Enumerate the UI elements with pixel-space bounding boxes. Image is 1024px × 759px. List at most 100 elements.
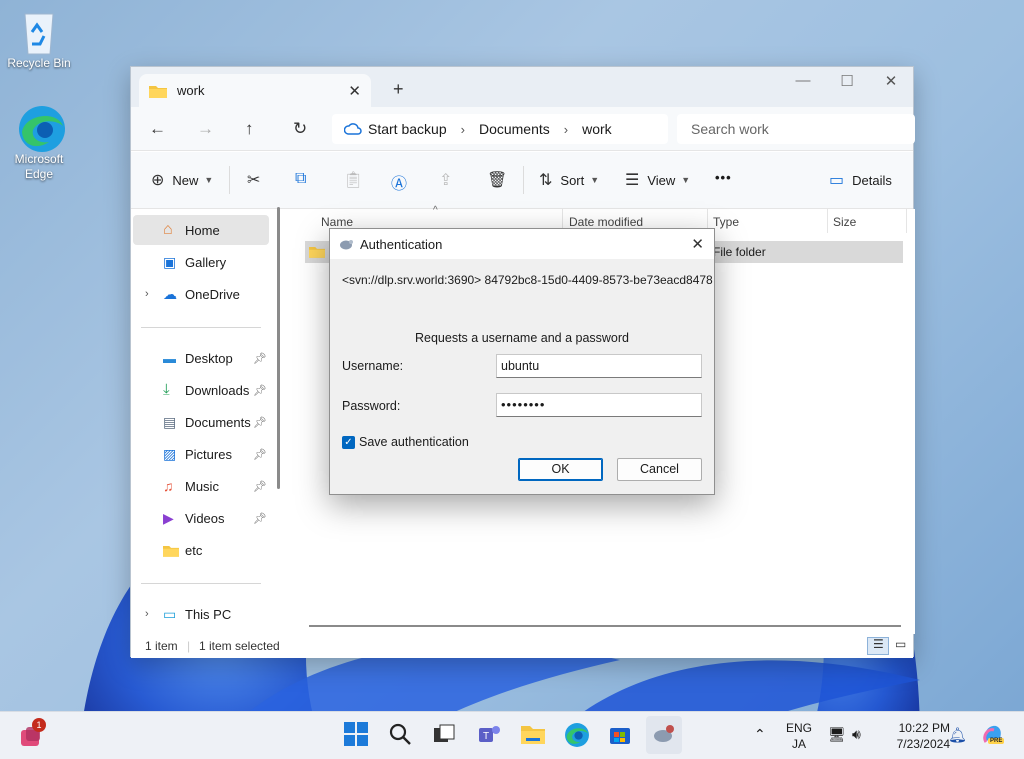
sidebar-item-documents[interactable]: ▤ Documents 📌︎ <box>133 407 269 437</box>
cancel-button[interactable]: Cancel <box>617 458 702 481</box>
rename-icon: Ⓐ <box>391 176 408 193</box>
sidebar-item-downloads[interactable]: ⤓ Downloads 📌︎ <box>133 375 269 405</box>
sidebar-scrollbar[interactable] <box>277 207 280 489</box>
desktop-edge[interactable]: Microsoft Edge <box>1 104 77 182</box>
desktop-recycle-bin[interactable]: Recycle Bin <box>1 8 77 70</box>
copilot-button[interactable]: PRE <box>980 722 1008 750</box>
sidebar-item-onedrive[interactable]: › ☁ OneDrive <box>133 279 269 309</box>
folder-icon <box>521 726 545 744</box>
breadcrumb-start-backup[interactable]: Start backup <box>368 121 447 137</box>
save-authentication-label: Save authentication <box>359 435 469 449</box>
sidebar-item-music[interactable]: ♫ Music 📌︎ <box>133 471 269 501</box>
rename-button[interactable]: Ⓐ <box>391 170 415 194</box>
checkmark-icon: ✓ <box>342 435 355 449</box>
cut-button[interactable]: ✂ <box>247 170 268 190</box>
new-button[interactable]: ⊕ New ▼ <box>151 170 213 190</box>
sidebar-item-this-pc[interactable]: › ▭ This PC <box>133 599 269 629</box>
sidebar-item-pictures[interactable]: ▨ Pictures 📌︎ <box>133 439 269 469</box>
file-explorer-button[interactable] <box>520 722 548 750</box>
sidebar-item-label: Gallery <box>185 254 227 270</box>
search-input[interactable]: Search work <box>677 114 915 144</box>
column-header-date[interactable]: Date modified <box>569 215 643 229</box>
new-tab-button[interactable]: + <box>393 79 404 100</box>
save-authentication-checkbox[interactable]: ✓ Save authentication <box>342 435 469 449</box>
breadcrumb[interactable]: Start backup › Documents › work <box>332 114 668 144</box>
tortoisesvn-button[interactable] <box>646 716 682 754</box>
pin-icon[interactable]: 📌︎ <box>253 416 267 429</box>
pin-icon[interactable]: 📌︎ <box>253 448 267 461</box>
tortoise-icon <box>654 725 674 742</box>
realm-text: <svn://dlp.srv.world:3690> 84792bc8-15d0… <box>342 273 713 287</box>
paste-icon: 📋︎ <box>343 172 364 189</box>
sidebar-item-home[interactable]: ⌂ Home <box>133 215 269 245</box>
password-field[interactable]: •••••••• <box>496 393 702 417</box>
folder-icon <box>149 85 167 98</box>
recycle-bin-icon <box>17 8 61 55</box>
chevron-up-icon[interactable]: ⌃ <box>754 726 766 743</box>
maximize-button[interactable]: ☐ <box>825 72 869 90</box>
sidebar-item-label: Music <box>185 478 219 494</box>
task-view-button[interactable] <box>432 722 460 750</box>
clock-time: 10:22 PM <box>898 721 950 735</box>
search-button[interactable] <box>388 722 416 750</box>
details-button[interactable]: ▭ Details <box>829 170 892 190</box>
sidebar-item-label: Home <box>185 222 220 238</box>
pin-icon[interactable]: 📌︎ <box>253 512 267 525</box>
close-window-button[interactable]: ✕ <box>869 72 913 90</box>
column-header-size[interactable]: Size <box>833 215 856 229</box>
close-tab-icon[interactable]: ✕ <box>348 82 361 100</box>
details-pane-icon: ▭ <box>829 172 845 189</box>
close-icon[interactable]: ✕ <box>691 235 704 253</box>
breadcrumb-documents[interactable]: Documents <box>479 121 550 137</box>
view-label: View <box>647 172 676 188</box>
pin-icon[interactable]: 📌︎ <box>253 384 267 397</box>
network-icon[interactable]: 🖥︎ <box>828 726 846 743</box>
column-header-name[interactable]: Name <box>321 215 353 229</box>
back-icon[interactable]: ← <box>149 119 166 139</box>
column-header-type[interactable]: Type <box>713 215 739 229</box>
view-button[interactable]: ☰ View ▼ <box>625 170 690 190</box>
forward-icon[interactable]: → <box>197 119 214 139</box>
more-options-button[interactable]: ••• <box>715 170 732 185</box>
details-view-button[interactable]: ☰ <box>867 637 889 655</box>
sidebar-item-gallery[interactable]: ▣ Gallery <box>133 247 269 277</box>
refresh-icon[interactable]: ↻ <box>293 119 307 139</box>
horizontal-scrollbar[interactable] <box>309 625 901 627</box>
sidebar-item-videos[interactable]: ▶ Videos 📌︎ <box>133 503 269 533</box>
ok-button[interactable]: OK <box>518 458 603 481</box>
chevron-down-icon: ▼ <box>590 175 600 185</box>
delete-button[interactable]: 🗑︎ <box>487 170 515 190</box>
start-button[interactable] <box>344 722 372 750</box>
sort-arrow-icon: ^ <box>433 205 438 216</box>
sort-button[interactable]: ⇅ Sort ▼ <box>539 170 599 190</box>
tiles-view-button[interactable]: ▭ <box>891 637 911 655</box>
sidebar-item-label: Desktop <box>185 350 233 366</box>
pin-icon[interactable]: 📌︎ <box>253 480 267 493</box>
paste-button[interactable]: 📋︎ <box>343 170 371 190</box>
edge-icon <box>17 104 65 152</box>
widgets-app-icon[interactable]: 1 <box>18 718 46 750</box>
edge-button[interactable] <box>564 722 592 750</box>
sidebar-item-label: etc <box>185 542 203 558</box>
up-icon[interactable]: ↑ <box>245 119 254 139</box>
teams-button[interactable]: T <box>476 722 504 750</box>
store-button[interactable] <box>608 722 636 750</box>
desktop-icon-label: Recycle Bin <box>7 56 71 70</box>
breadcrumb-work[interactable]: work <box>582 121 612 137</box>
sidebar-item-label: OneDrive <box>185 286 240 302</box>
minimize-button[interactable]: — <box>781 72 825 89</box>
pin-icon[interactable]: 📌︎ <box>253 352 267 365</box>
notification-bell-icon[interactable]: 🔔︎ <box>948 726 967 744</box>
username-field[interactable]: ubuntu <box>496 354 702 378</box>
chevron-right-icon[interactable]: › <box>145 608 149 620</box>
clock[interactable]: 10:22 PM 7/23/2024 <box>880 720 950 752</box>
volume-icon[interactable]: 🔊︎ <box>852 726 861 743</box>
copy-button[interactable]: ⧉ <box>295 170 314 188</box>
chevron-right-icon[interactable]: › <box>145 288 149 300</box>
sidebar-item-desktop[interactable]: ▬ Desktop 📌︎ <box>133 343 269 373</box>
sidebar-item-etc[interactable]: etc <box>133 535 269 565</box>
tab-work[interactable]: work ✕ <box>139 74 371 107</box>
picture-icon: ▨ <box>163 446 177 462</box>
language-indicator[interactable]: ENG JA <box>782 720 816 752</box>
share-button[interactable]: ⇪ <box>439 170 460 190</box>
